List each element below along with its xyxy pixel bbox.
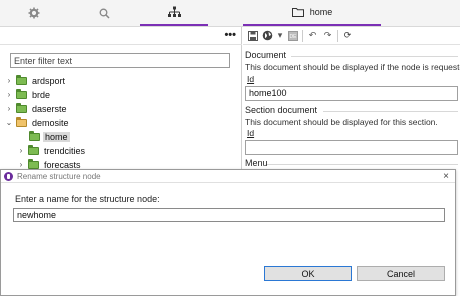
folder-open-icon: [16, 116, 27, 127]
app-logo-icon: [4, 171, 13, 181]
tab-settings[interactable]: [0, 0, 68, 26]
svg-text:DE: DE: [289, 34, 297, 40]
section-divider: [291, 56, 458, 57]
section-id-field[interactable]: [245, 140, 458, 155]
folder-icon: [16, 88, 27, 99]
tree-node-ardsport[interactable]: › ardsport: [5, 74, 67, 87]
folder-icon: [28, 144, 39, 155]
chevron-right-icon[interactable]: ›: [5, 104, 13, 113]
top-tab-bar: home: [0, 0, 460, 27]
chevron-right-icon[interactable]: ›: [17, 160, 25, 169]
folder-icon: [28, 158, 39, 169]
folder-icon: [291, 8, 304, 17]
section-id-label: Id: [247, 128, 255, 138]
chevron-right-icon[interactable]: ›: [5, 90, 13, 99]
close-icon[interactable]: ×: [443, 170, 449, 183]
redo-icon[interactable]: ↷: [322, 30, 333, 41]
node-name-input[interactable]: [13, 208, 445, 222]
cancel-button[interactable]: Cancel: [357, 266, 445, 281]
undo-icon[interactable]: ↶: [307, 30, 318, 41]
gear-icon: [28, 7, 40, 19]
globe-icon[interactable]: [262, 30, 273, 41]
folder-icon: [16, 102, 27, 113]
tree-node-trendcities[interactable]: › trendcities: [17, 144, 87, 157]
document-toolbar: ▾ DE ↶ ↷ ⟳: [243, 27, 460, 45]
toolbar-divider: [302, 29, 303, 42]
document-heading: Document: [245, 50, 287, 60]
document-id-label: Id: [247, 74, 255, 84]
tab-home-label: home: [309, 7, 333, 17]
tree-node-demosite[interactable]: ⌄ demosite: [5, 116, 71, 129]
tree-node-daserste[interactable]: › daserste: [5, 102, 69, 115]
section-description: This document should be displayed for th…: [245, 117, 438, 127]
chevron-right-icon[interactable]: ›: [17, 146, 25, 155]
menu-heading: Menu: [245, 158, 268, 168]
tree-node-brde[interactable]: › brde: [5, 88, 52, 101]
more-menu-button[interactable]: •••: [224, 29, 236, 41]
sitemap-icon: [167, 6, 181, 17]
rename-dialog: Rename structure node × Enter a name for…: [0, 169, 456, 296]
section-divider: [267, 164, 458, 165]
dialog-prompt: Enter a name for the structure node:: [15, 194, 160, 204]
chevron-down-icon[interactable]: ⌄: [5, 118, 13, 127]
structure-toolbar: •••: [0, 27, 242, 45]
section-document-heading: Section document: [245, 105, 318, 115]
save-icon[interactable]: [247, 30, 258, 41]
chevron-right-icon[interactable]: ›: [5, 76, 13, 85]
search-icon: [99, 8, 110, 19]
document-description: This document should be displayed if the…: [245, 62, 460, 72]
tree-node-home[interactable]: home: [29, 130, 70, 143]
toolbar-divider: [337, 29, 338, 42]
tab-home-document[interactable]: home: [243, 0, 381, 26]
tab-search[interactable]: [70, 0, 138, 26]
dialog-titlebar[interactable]: Rename structure node ×: [1, 170, 455, 183]
folder-icon: [29, 130, 40, 141]
refresh-icon[interactable]: ⟳: [342, 30, 353, 41]
section-divider: [323, 111, 458, 112]
document-id-field[interactable]: home100: [245, 86, 458, 101]
folder-icon: [16, 74, 27, 85]
ok-button[interactable]: OK: [264, 266, 352, 281]
dropdown-caret-icon[interactable]: ▾: [277, 30, 283, 41]
tab-structure[interactable]: [140, 0, 208, 26]
dialog-title: Rename structure node: [17, 171, 101, 181]
filter-input[interactable]: [10, 53, 230, 68]
publish-icon[interactable]: DE: [287, 30, 298, 41]
